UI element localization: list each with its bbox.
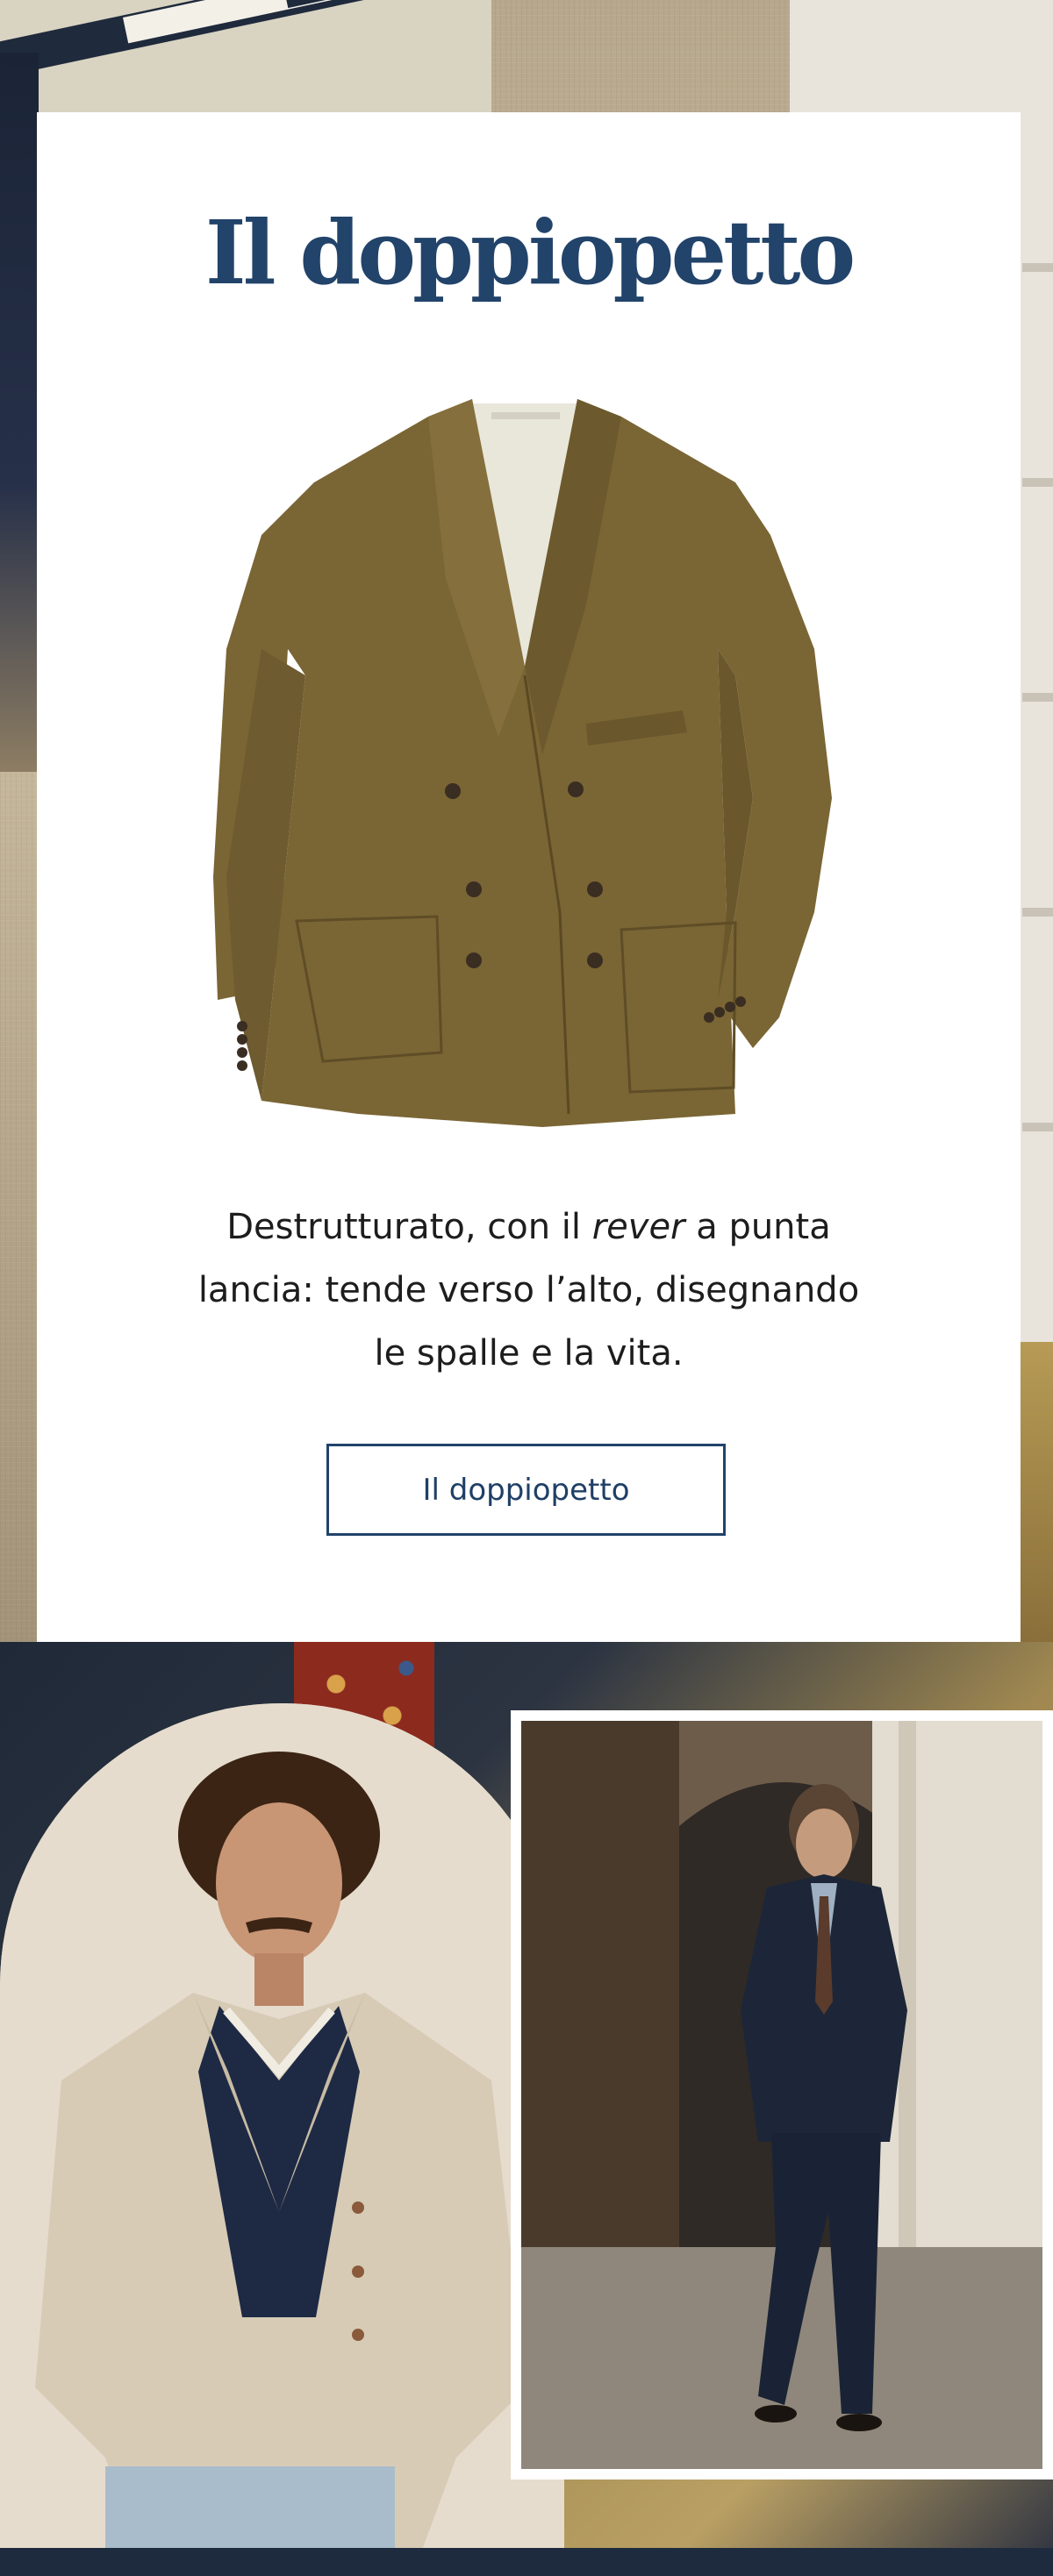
background-knit-sweater bbox=[0, 0, 491, 114]
background-slat bbox=[1022, 693, 1053, 702]
background-navy-fabric bbox=[0, 53, 39, 772]
bottom-navy-fabric bbox=[0, 2548, 1053, 2576]
background-gold-fabric bbox=[1018, 1342, 1053, 1642]
card-title: Il doppiopetto bbox=[204, 201, 856, 304]
left-model-photo[interactable] bbox=[0, 1703, 564, 2576]
shop-doppiopetto-button[interactable]: Il doppiopetto bbox=[326, 1444, 726, 1536]
product-card: Il doppiopetto Destrutturato, con il rev… bbox=[37, 112, 1021, 1642]
right-model-photo[interactable] bbox=[511, 1710, 1053, 2480]
background-slat bbox=[1022, 263, 1053, 272]
jacket-image[interactable] bbox=[209, 386, 876, 1131]
background-slat bbox=[1022, 478, 1053, 487]
card-description: Destrutturato, con il rever a punta lanc… bbox=[177, 1195, 880, 1385]
description-emphasis: rever bbox=[591, 1207, 685, 1247]
background-slat bbox=[1022, 1123, 1053, 1131]
description-text: Destrutturato, con il bbox=[226, 1207, 592, 1247]
background-slat bbox=[1022, 908, 1053, 917]
